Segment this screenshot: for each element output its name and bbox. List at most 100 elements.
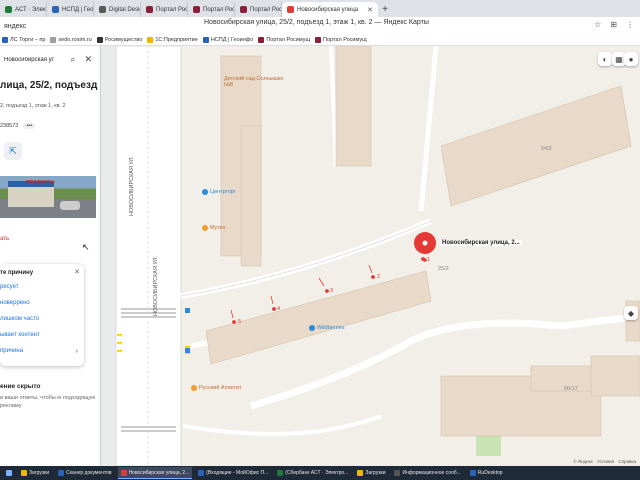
bookmark-item[interactable]: Портал Росимущ <box>314 37 367 43</box>
bookmark-icon <box>258 37 265 43</box>
browser-tab[interactable]: АСТ · Электро <box>0 2 47 17</box>
browser-tab[interactable]: Портал Росимущества <box>235 2 282 17</box>
bookmark-icon <box>96 37 103 43</box>
taskbar-item[interactable]: Сканер документов <box>55 467 114 479</box>
taskbar-item[interactable]: Загрузки <box>354 467 388 479</box>
entrance-label: 1 <box>427 257 431 263</box>
help-link[interactable]: Справка <box>618 459 636 464</box>
more-button[interactable]: ••• <box>23 123 36 129</box>
layers-icon[interactable]: ◐ <box>598 52 612 66</box>
bookmark-icon <box>147 37 154 43</box>
extensions-icon[interactable]: ⊞ <box>610 20 617 29</box>
street-label-2: НОВОСИБИРСКАЯ УЛ. <box>153 256 159 316</box>
app-icon <box>277 470 284 476</box>
bookmark-item[interactable]: Росимущество <box>96 37 142 43</box>
terms-link[interactable]: Условия <box>597 459 614 464</box>
tab-favicon <box>193 6 200 13</box>
bookmark-item[interactable]: sedo.rosim.ru <box>50 37 92 43</box>
coords-text[interactable]: 238573 <box>0 123 18 129</box>
entrance-label: 4 <box>277 306 281 312</box>
tab-label: НСПД | Геоинформаци <box>62 6 94 13</box>
store-sign: ПРОДУКТЫ <box>26 180 55 186</box>
bookmark-label: 1С:Предприятие <box>155 37 198 43</box>
pin-label[interactable]: Новосибирская улица, 2... <box>440 240 522 246</box>
taskbar-label: RuDesktop <box>477 470 503 476</box>
new-tab-button[interactable]: + <box>378 2 392 17</box>
taskbar-item[interactable]: (Сбербанк АСТ · Электро... <box>274 467 351 479</box>
problem-option[interactable]: ывает контент <box>0 332 40 338</box>
taskbar-item[interactable]: (Входящие - МойОфис П... <box>195 467 271 479</box>
tab-favicon <box>146 6 153 13</box>
place-title: лица, 25/2, подъезд <box>0 80 98 91</box>
poi-kindergarten[interactable]: Детский сад Солнышко №8 <box>224 76 284 88</box>
start-button[interactable] <box>3 467 15 479</box>
tab-label: Портал Росимущества <box>156 6 188 13</box>
entrance-label: 2 <box>377 274 381 280</box>
ad-hidden-title: ение скрыто <box>0 383 41 390</box>
taskbar: Загрузки Сканер документов Новосибирская у… <box>0 466 640 480</box>
copyright-text: © Яндекс <box>573 459 594 464</box>
browser-tab[interactable]: Digital Design Web Client <box>94 2 141 17</box>
bookmark-item[interactable]: НСПД | Геоинфо <box>202 37 254 43</box>
tab-favicon <box>287 6 294 13</box>
browser-tab[interactable]: НСПД | Геоинформаци <box>47 2 94 17</box>
tab-bar: АСТ · Электро НСПД | Геоинформаци Digital … <box>0 0 640 17</box>
search-box[interactable]: Новосибирская ул., д. 25/ ⌕ ✕ <box>0 51 98 68</box>
chevron-right-icon[interactable]: › <box>76 348 78 355</box>
bookmarks-bar: ЛС Торги – пр sedo.rosim.ru Росимущество 1С… <box>0 35 640 46</box>
coords-row: 238573 ••• <box>0 123 36 129</box>
problem-option[interactable]: лишком часто <box>0 316 39 322</box>
search-input[interactable]: Новосибирская ул., д. 25/ <box>4 57 54 63</box>
page-title: Новосибирская улица, 25/2, подъезд 1, эт… <box>204 19 429 26</box>
compass-icon[interactable]: ◆ <box>624 306 638 320</box>
user-icon[interactable]: ● <box>624 52 638 66</box>
taskbar-label: Загрузки <box>365 470 386 476</box>
app-icon <box>120 469 127 476</box>
entrance-label: 3 <box>330 288 334 294</box>
poi-mutko[interactable]: Мутко <box>210 225 225 231</box>
browser-tab-active[interactable]: Новосибирская улица ✕ <box>282 2 378 17</box>
place-photo[interactable]: ПРОДУКТЫ <box>0 176 96 218</box>
tab-favicon <box>52 6 59 13</box>
taskbar-item[interactable]: Информационное сооб... <box>391 467 463 479</box>
browser-tab[interactable]: Портал Росимущества <box>188 2 235 17</box>
bookmark-item[interactable]: Портал Росимущ <box>258 37 310 43</box>
report-link[interactable]: ать <box>0 236 9 242</box>
app-icon <box>394 470 401 476</box>
map-canvas[interactable]: НОВОСИБИРСКАЯ УЛ. НОВОСИБИРСКАЯ УЛ. Детс… <box>101 46 640 466</box>
poi-russkiy-appetit[interactable]: Русский Аппетит <box>199 385 242 391</box>
poi-shop[interactable]: Центргорг <box>210 189 236 195</box>
map-copyright: © Яндекс Условия Справка <box>573 459 636 464</box>
taskbar-item[interactable]: Загрузки <box>18 467 52 479</box>
bookmark-item[interactable]: ЛС Торги – пр <box>2 37 45 43</box>
bookmark-label: ЛС Торги – пр <box>10 37 46 43</box>
browser-tab[interactable]: Портал Росимущества <box>141 2 188 17</box>
tab-label: АСТ · Электро <box>15 6 46 13</box>
close-icon[interactable]: ✕ <box>74 268 80 276</box>
building-number: 25/2 <box>438 266 449 272</box>
share-icon: ⇱ <box>9 145 17 156</box>
mouse-cursor-icon: ↖ <box>82 242 90 252</box>
bookmark-label: Портал Росимущ <box>322 37 367 43</box>
search-icon[interactable]: ⌕ <box>70 54 75 65</box>
problem-option[interactable]: ресует <box>0 284 19 290</box>
problem-option[interactable]: причина <box>0 348 23 354</box>
close-icon[interactable]: ✕ <box>84 54 92 65</box>
share-button[interactable]: ⇱ <box>4 142 22 160</box>
taskbar-label: Информационное сооб... <box>402 470 461 476</box>
address-text[interactable]: яндекс <box>4 23 26 30</box>
street-label-1: НОВОСИБИРСКАЯ УЛ. <box>129 156 135 216</box>
taskbar-item[interactable]: Новосибирская улица, 2... <box>117 467 193 479</box>
bookmark-star-icon[interactable]: ☆ <box>594 20 601 29</box>
browser-actions: ☆ ⊞ ⋮ <box>594 20 634 29</box>
taskbar-label: (Входящие - МойОфис П... <box>206 470 269 476</box>
problem-option[interactable]: новеррено <box>0 300 30 306</box>
poi-wildberries[interactable]: Wildberries <box>317 325 345 331</box>
bookmark-item[interactable]: 1С:Предприятие <box>147 37 198 43</box>
menu-icon[interactable]: ⋮ <box>626 20 634 29</box>
bookmark-label: sedo.rosim.ru <box>58 37 92 43</box>
taskbar-item[interactable]: RuDesktop <box>467 467 506 479</box>
bookmark-label: НСПД | Геоинфо <box>210 37 254 43</box>
close-icon[interactable]: ✕ <box>367 6 373 14</box>
windows-icon <box>6 470 12 476</box>
